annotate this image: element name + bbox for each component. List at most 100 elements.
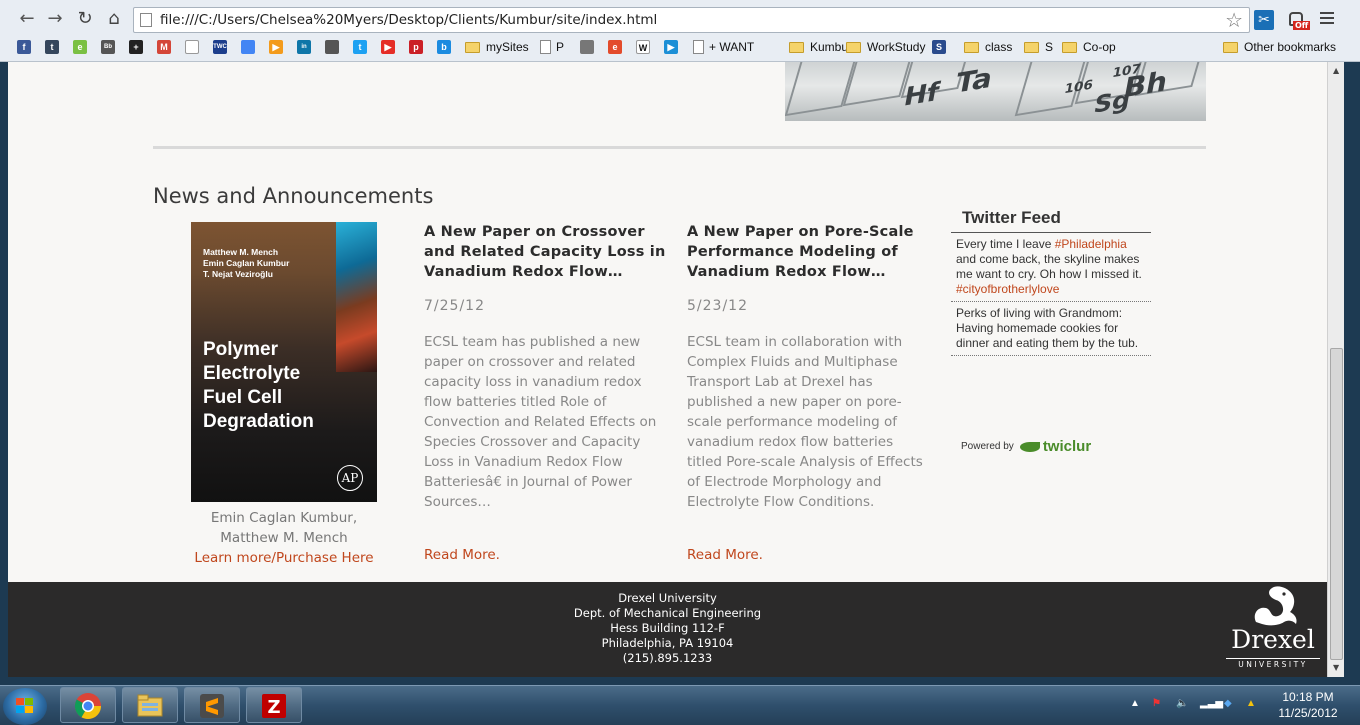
- wikipedia-icon: W: [636, 40, 650, 54]
- hashtag-link[interactable]: #cityofbrotherlylove: [956, 282, 1059, 296]
- hashtag-link[interactable]: #Philadelphia: [1055, 237, 1127, 251]
- back-icon[interactable]: ←: [16, 8, 38, 30]
- bookmark-item[interactable]: [580, 39, 599, 55]
- bookmark-item[interactable]: f: [17, 39, 36, 55]
- linkedin-icon: in: [297, 40, 311, 54]
- bookmark-item[interactable]: M: [157, 39, 176, 55]
- folder-icon: [846, 41, 861, 53]
- forward-icon[interactable]: →: [44, 8, 66, 30]
- news-title[interactable]: A New Paper on Crossover and Related Cap…: [424, 222, 666, 282]
- read-more-link[interactable]: Read More.: [687, 547, 763, 563]
- bookmark-item[interactable]: WorkStudy: [846, 39, 925, 55]
- bookmark-item[interactable]: S: [932, 39, 951, 55]
- twiclur-bird-icon: [1019, 441, 1040, 452]
- bookmark-item[interactable]: W: [636, 39, 655, 55]
- bookmark-item[interactable]: ▶: [269, 39, 288, 55]
- book-title: Polymer Electrolyte Fuel Cell Degradatio…: [203, 339, 314, 432]
- gmail-icon: M: [157, 40, 171, 54]
- bookmark-item[interactable]: t: [45, 39, 64, 55]
- read-more-link[interactable]: Read More.: [424, 547, 500, 563]
- folder-icon: [1024, 41, 1039, 53]
- footer-address: Drexel University Dept. of Mechanical En…: [573, 591, 762, 665]
- tweet: Perks of living with Grandmom: Having ho…: [951, 302, 1151, 356]
- bookmark-label: + WANT: [709, 40, 755, 54]
- filezilla-icon: Z: [262, 694, 286, 718]
- scroll-down-icon[interactable]: ▼: [1333, 663, 1339, 672]
- taskbar-chrome[interactable]: [60, 687, 116, 723]
- bookmark-item[interactable]: Kumbur: [789, 39, 852, 55]
- book-caption: Emin Caglan Kumbur, Matthew M. Mench Lea…: [173, 508, 395, 568]
- e-icon: e: [608, 40, 622, 54]
- bookmark-item[interactable]: t: [353, 39, 372, 55]
- bookmark-label: P: [556, 40, 565, 54]
- twitter-icon: t: [353, 40, 367, 54]
- menu-icon[interactable]: [1320, 12, 1334, 26]
- clock-date: 11/25/2012: [1278, 706, 1338, 720]
- youtube-icon: ▶: [381, 40, 395, 54]
- system-clock[interactable]: 10:18 PM 11/25/2012: [1268, 689, 1348, 721]
- bookmark-item[interactable]: + WANT: [693, 39, 754, 55]
- folder-icon: [465, 41, 480, 53]
- bookmark-item[interactable]: b: [437, 39, 456, 55]
- extension-icon[interactable]: ✂: [1254, 10, 1274, 30]
- bookmark-item[interactable]: S: [1024, 39, 1053, 55]
- clock-time: 10:18 PM: [1282, 690, 1334, 704]
- lock-extension-icon[interactable]: Off: [1287, 10, 1311, 32]
- sublime-text-icon: [200, 694, 224, 718]
- taskbar-file-explorer[interactable]: [122, 687, 178, 723]
- grid-icon: [580, 40, 594, 54]
- scrollbar[interactable]: ▲ ▼: [1327, 62, 1344, 677]
- bookmark-item[interactable]: Bb: [101, 39, 120, 55]
- book-cover[interactable]: Matthew M. Mench Emin Caglan Kumbur T. N…: [191, 222, 377, 502]
- scrollbar-thumb[interactable]: [1330, 348, 1343, 660]
- publisher-logo-icon: AP: [337, 465, 363, 491]
- news-title[interactable]: A New Paper on Pore-Scale Performance Mo…: [687, 222, 929, 282]
- periodic-table-banner: Hf Ta Sg Bh 106 107: [785, 62, 1206, 121]
- purchase-link[interactable]: Learn more/Purchase Here: [173, 548, 395, 568]
- twitter-feed-heading: Twitter Feed: [951, 208, 1151, 233]
- bookmark-item[interactable]: ▶: [381, 39, 400, 55]
- news-item: A New Paper on Crossover and Related Cap…: [424, 222, 666, 563]
- address-bar[interactable]: file:///C:/Users/Chelsea%20Myers/Desktop…: [133, 7, 1250, 33]
- twiclur-logo[interactable]: twiclur: [1019, 438, 1091, 455]
- video-icon: ▶: [664, 40, 678, 54]
- bookmark-item[interactable]: p: [409, 39, 428, 55]
- bookmark-item[interactable]: mySites: [465, 39, 529, 55]
- tray-expand-icon[interactable]: ▲: [1130, 698, 1140, 709]
- drexel-wordmark: Drexel: [1231, 625, 1315, 654]
- evernote-icon: e: [73, 40, 87, 54]
- bookmark-item[interactable]: [325, 39, 344, 55]
- bookmark-item[interactable]: e: [73, 39, 92, 55]
- url-text[interactable]: file:///C:/Users/Chelsea%20Myers/Desktop…: [160, 12, 657, 28]
- bookmark-item[interactable]: Co-op: [1062, 39, 1116, 55]
- drexel-university-label: UNIVERSITY: [1226, 658, 1320, 669]
- taskbar-sublime-text[interactable]: [184, 687, 240, 723]
- volume-icon[interactable]: 🔈: [1176, 698, 1188, 709]
- bookmark-item[interactable]: ▶: [664, 39, 683, 55]
- bookmark-label: class: [985, 40, 1013, 54]
- google-drive-icon[interactable]: ▲: [1246, 698, 1256, 709]
- bookmark-item[interactable]: e: [608, 39, 627, 55]
- dropbox-icon[interactable]: ◆: [1224, 698, 1232, 709]
- bookmark-item[interactable]: [185, 39, 204, 55]
- bookmark-item[interactable]: in: [297, 39, 316, 55]
- bookmark-item[interactable]: Other bookmarks: [1223, 39, 1336, 55]
- home-icon[interactable]: ⌂: [103, 8, 125, 30]
- bookmark-item[interactable]: TWC: [213, 39, 232, 55]
- bookmark-label: Co-op: [1083, 40, 1116, 54]
- bookmark-star-icon[interactable]: ☆: [1225, 9, 1243, 31]
- bookmark-item[interactable]: class: [964, 39, 1012, 55]
- reload-icon[interactable]: ↻: [74, 8, 96, 30]
- network-icon[interactable]: ▂▃▅: [1200, 698, 1223, 709]
- bookmark-item[interactable]: P: [540, 39, 564, 55]
- cover-art: [336, 222, 377, 372]
- bookmark-item[interactable]: [241, 39, 260, 55]
- taskbar-filezilla[interactable]: Z: [246, 687, 302, 723]
- drexel-logo[interactable]: Drexel UNIVERSITY: [1226, 584, 1320, 672]
- book-caption-line: Matthew M. Mench: [220, 530, 348, 546]
- bookmark-item[interactable]: +: [129, 39, 148, 55]
- bb-icon: Bb: [101, 40, 115, 54]
- scroll-up-icon[interactable]: ▲: [1333, 66, 1339, 75]
- action-center-icon[interactable]: ⚑: [1152, 698, 1161, 709]
- start-button[interactable]: [3, 688, 47, 725]
